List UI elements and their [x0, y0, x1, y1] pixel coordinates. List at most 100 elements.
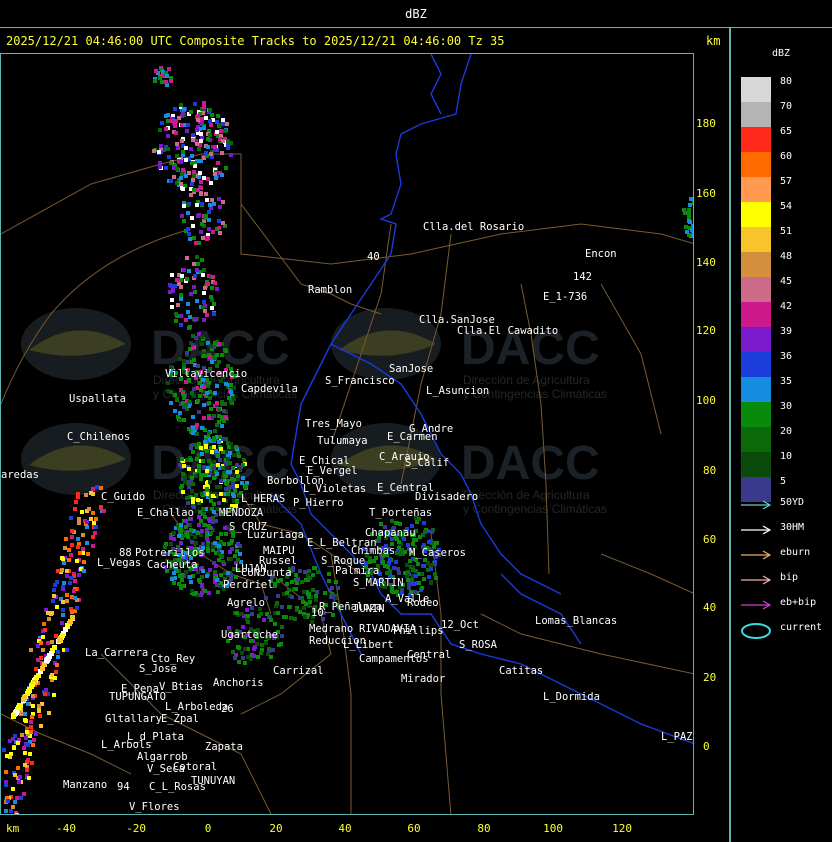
dbz-swatch	[741, 452, 771, 477]
dbz-swatch	[741, 202, 771, 227]
place-label: Ramblon	[308, 284, 352, 296]
map-title: 2025/12/21 04:46:00 UTC Composite Tracks…	[6, 34, 505, 48]
place-label: L_Asuncion	[426, 385, 489, 397]
y-tick-label: 160	[696, 187, 716, 200]
place-label: Ugarteche	[221, 629, 278, 641]
place-label: C_Guido	[101, 491, 145, 503]
svg-text:Dirección de Agricultura: Dirección de Agricultura	[463, 488, 590, 502]
place-label: S_Francisco	[325, 375, 395, 387]
place-label: MENDOZA	[219, 507, 264, 519]
dbz-swatch	[741, 227, 771, 252]
radar-map-canvas[interactable]: DACC Dirección de Agricultura y Continge…	[1, 54, 694, 815]
y-axis-unit: km	[706, 34, 721, 48]
dbz-level-label: 48	[780, 251, 793, 262]
track-legend-row: 50YD	[741, 497, 831, 511]
dbz-level-label: 35	[780, 376, 793, 387]
radar-map[interactable]: DACC Dirección de Agricultura y Continge…	[0, 53, 694, 815]
dbz-swatch	[741, 427, 771, 452]
x-axis-unit: km	[6, 822, 20, 835]
place-label: E_Zpal	[161, 713, 199, 725]
dbz-level-label: 57	[780, 176, 793, 187]
dbz-level-label: 45	[780, 276, 793, 287]
place-label: S_MARTIN	[353, 577, 404, 589]
track-legend-label: 30HM	[780, 522, 805, 533]
place-label: 12_Oct	[441, 619, 479, 631]
place-label: Potrerillos	[135, 547, 205, 559]
dbz-level-label: 51	[780, 226, 793, 237]
track-legend-label: 50YD	[780, 497, 805, 508]
dbz-level-label: 80	[780, 76, 793, 87]
header-title: dBZ	[405, 7, 427, 21]
y-tick-label: 120	[696, 324, 716, 337]
place-label: 26	[221, 703, 234, 715]
place-label: S_ROSA	[459, 639, 498, 651]
place-label: L_Arbols	[101, 739, 152, 751]
x-tick-label: -20	[126, 822, 146, 835]
place-label: Zapata	[205, 741, 243, 753]
x-tick-label: 100	[543, 822, 563, 835]
y-tick-label: 20	[703, 671, 717, 684]
x-tick-label: 80	[477, 822, 491, 835]
place-label: Mirador	[401, 673, 445, 685]
place-label: Agrelo	[227, 597, 265, 609]
track-arrow-icon	[741, 525, 772, 535]
place-label: M_Caseros	[409, 547, 466, 559]
current-ellipse-icon	[741, 623, 771, 639]
place-labels: Clla.del Rosario Encon E_1-736 Ramblon Clla.…	[1, 221, 693, 813]
dbz-swatch	[741, 277, 771, 302]
place-label: 40	[367, 251, 380, 263]
place-label: Luzuriaga	[247, 529, 304, 541]
place-label: S_Jose	[139, 663, 177, 675]
dbz-swatch	[741, 377, 771, 402]
place-label: Villavicencio	[165, 368, 247, 380]
place-label: Lomas_Blancas	[535, 615, 617, 627]
top-title-bar: dBZ	[0, 0, 832, 28]
track-legend-label: eburn	[780, 547, 811, 558]
x-tick-label: 0	[204, 822, 212, 835]
dbz-level-label: 54	[780, 201, 793, 212]
x-tick-label: 120	[612, 822, 632, 835]
place-label: G_Andre	[409, 423, 453, 435]
y-tick-label: 60	[703, 533, 717, 546]
track-arrow-icon	[741, 550, 772, 560]
place-label: E_Challao	[137, 507, 194, 519]
dbz-swatch	[741, 177, 771, 202]
track-arrow-icon	[741, 600, 772, 610]
y-tick-label: 40	[703, 601, 717, 614]
place-label: L_PAZ	[661, 731, 693, 743]
dbz-swatch	[741, 402, 771, 427]
place-label: V_Flores	[129, 801, 180, 813]
place-label: Clla.El Cawadito	[457, 325, 558, 337]
place-label: Capdevila	[241, 383, 298, 395]
place-label: L_Dormida	[543, 691, 600, 703]
track-legend-row: eburn	[741, 547, 831, 561]
dbz-swatch	[741, 252, 771, 277]
x-tick-label: -40	[56, 822, 76, 835]
place-label: CUNJunta	[241, 567, 292, 579]
map-title-bar: 2025/12/21 04:46:00 UTC Composite Tracks…	[0, 29, 730, 53]
y-tick-label: 180	[696, 117, 716, 130]
track-arrow-icon	[741, 575, 772, 585]
dbz-swatch	[741, 327, 771, 352]
place-label: Gltallary	[105, 713, 162, 725]
y-tick-label: 140	[696, 256, 716, 269]
dbz-level-label: 20	[780, 426, 793, 437]
place-label: Carrizal	[273, 665, 324, 677]
place-label: L_Violetas	[303, 483, 366, 495]
dbz-level-label: 36	[780, 351, 793, 362]
place-label: C_Chilenos	[67, 431, 130, 443]
track-legend-label: bip	[780, 572, 799, 583]
place-label: SanJose	[389, 363, 433, 375]
place-label: Tulumaya	[317, 435, 368, 447]
track-arrow-icon	[741, 500, 772, 510]
dbz-level-label: 10	[780, 451, 793, 462]
place-label: Cacheuta	[147, 559, 198, 571]
place-label: Uspallata	[69, 393, 126, 405]
place-label: Palmira	[335, 565, 379, 577]
place-label: T_Porteñas	[369, 507, 432, 519]
place-label: 10	[311, 607, 324, 619]
place-label: TUPUNGATO	[109, 691, 166, 703]
place-label: Catitas	[499, 665, 543, 677]
track-legend-row: bip	[741, 572, 831, 586]
place-label: Anchoris	[213, 677, 264, 689]
